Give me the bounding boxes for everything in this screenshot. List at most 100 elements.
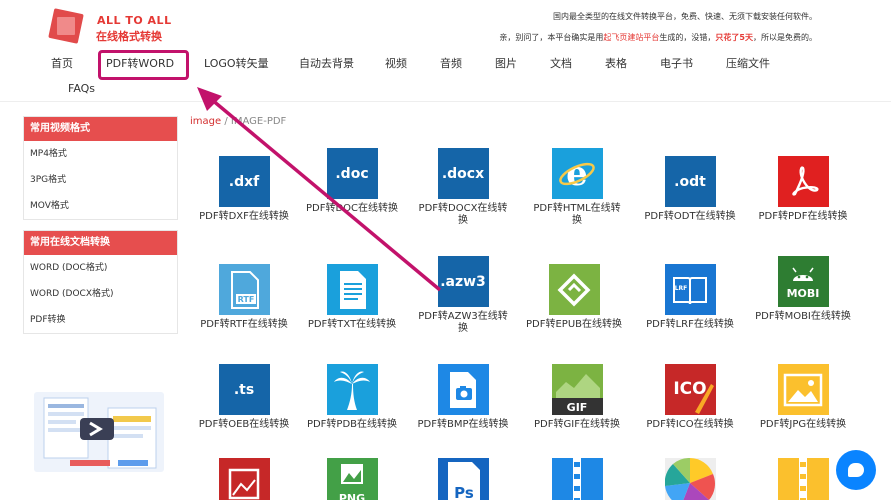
- sidebar: 常用视频格式 MP4格式 3PG格式 MOV格式 常用在线文档转换 WORD (…: [23, 116, 178, 344]
- breadcrumb-link[interactable]: image: [190, 116, 221, 127]
- tile-pdf-to-lrf[interactable]: LRF PDF转LRF在线转换: [642, 264, 738, 331]
- rtf-file-icon: RTF: [218, 264, 270, 315]
- nav-document[interactable]: 文档: [550, 55, 572, 71]
- tile-pdf-to-rtf[interactable]: RTF PDF转RTF在线转换: [196, 264, 292, 331]
- app-window: ALL TO ALL 在线格式转换 国内最全类型的在线文件转换平台，免费、快速、…: [0, 0, 891, 500]
- color-wheel-icon: [664, 458, 716, 500]
- palm-tree-icon: [326, 364, 378, 415]
- tile-label: PDF转HTML在线转换: [533, 203, 621, 226]
- tagline-2: 亲，别问了，本平台确实是用起飞页建站平台生成的，没错，只花了5天，所以是免费的。: [499, 33, 817, 42]
- nav-remove-background[interactable]: 自动去背景: [299, 55, 354, 71]
- nav-ebook[interactable]: 电子书: [660, 55, 693, 71]
- doc-file-icon: .doc: [326, 148, 378, 199]
- png-image-icon: PNG: [326, 458, 378, 500]
- svg-text:RTF: RTF: [238, 295, 255, 304]
- tile-pdf-to-mobi[interactable]: MOBI PDF转MOBI在线转换: [755, 256, 851, 323]
- svg-text:PNG: PNG: [338, 492, 364, 500]
- nav-faqs[interactable]: FAQs: [68, 82, 95, 95]
- tile-pdf-to-epub[interactable]: PDF转EPUB在线转换: [526, 264, 622, 331]
- lrf-book-icon: LRF: [664, 264, 716, 315]
- breadcrumb-current: IMAGE-PDF: [230, 116, 287, 127]
- tile-label: PDF转PDB在线转换: [306, 419, 398, 430]
- nav-home[interactable]: 首页: [51, 55, 73, 71]
- tagline-link[interactable]: 起飞页建站平台: [603, 33, 659, 42]
- tile-color-wheel[interactable]: [642, 458, 738, 500]
- sidebar-item-mp4[interactable]: MP4格式: [24, 141, 177, 167]
- pdf-acrobat-icon: [777, 156, 829, 207]
- svg-text:LRF: LRF: [675, 285, 688, 292]
- sidebar-item-word-doc[interactable]: WORD (DOC格式): [24, 255, 177, 281]
- tile-pdf-to-gif[interactable]: GIF PDF转GIF在线转换: [529, 364, 625, 431]
- image-gallery-icon: [218, 458, 270, 500]
- tile-pdf-to-html[interactable]: e PDF转HTML在线转换: [529, 148, 625, 227]
- dxf-file-icon: .dxf: [218, 156, 270, 207]
- sidebar-item-3pg[interactable]: 3PG格式: [24, 167, 177, 193]
- tile-pdf-to-oeb[interactable]: .ts PDF转OEB在线转换: [196, 364, 292, 431]
- brand-subtitle: 在线格式转换: [96, 30, 162, 43]
- tile-photoshop[interactable]: Ps: [415, 458, 511, 500]
- tile-pdf-to-azw3[interactable]: .azw3 PDF转AZW3在线转换: [415, 256, 511, 335]
- odt-file-icon: .odt: [664, 156, 716, 207]
- tile-pdf-to-txt[interactable]: PDF转TXT在线转换: [304, 264, 400, 331]
- tile-label: PDF转RTF在线转换: [200, 319, 288, 330]
- ts-file-icon: .ts: [218, 364, 270, 415]
- zipper-icon: [551, 458, 603, 500]
- nav-video[interactable]: 视频: [385, 55, 407, 71]
- chat-bubble-button[interactable]: [836, 450, 876, 490]
- tagline-1: 国内最全类型的在线文件转换平台，免费、快速、无须下载安装任何软件。: [553, 12, 817, 21]
- svg-text:MOBI: MOBI: [787, 287, 820, 300]
- svg-text:e: e: [566, 154, 588, 194]
- zipper-icon: [777, 458, 829, 500]
- tile-pdf-to-doc[interactable]: .doc PDF转DOC在线转换: [304, 148, 400, 215]
- tile-pdf-to-bmp[interactable]: PDF转BMP在线转换: [415, 364, 511, 431]
- tile-label: PDF转LRF在线转换: [646, 319, 734, 330]
- txt-file-icon: [326, 264, 378, 315]
- tile-label: PDF转DOC在线转换: [305, 203, 399, 214]
- ico-image-icon: ICO: [664, 364, 716, 415]
- tile-label: PDF转JPG在线转换: [759, 419, 847, 430]
- tile-label: PDF转TXT在线转换: [307, 319, 397, 330]
- nav-archive[interactable]: 压缩文件: [726, 55, 770, 71]
- tile-label: PDF转OEB在线转换: [198, 419, 290, 430]
- tile-pdf-to-docx[interactable]: .docx PDF转DOCX在线转换: [415, 148, 511, 227]
- chat-bubble-icon: [848, 463, 864, 477]
- svg-text:Ps: Ps: [454, 484, 474, 500]
- nav-image[interactable]: 图片: [495, 55, 517, 71]
- sidebar-item-word-docx[interactable]: WORD (DOCX格式): [24, 281, 177, 307]
- nav-logo-to-vector[interactable]: LOGO转矢量: [204, 55, 269, 71]
- svg-text:GIF: GIF: [566, 401, 587, 414]
- tile-pdf-to-pdb[interactable]: PDF转PDB在线转换: [304, 364, 400, 431]
- sidebar-group-title: 常用在线文档转换: [24, 231, 177, 255]
- tile-label: PDF转DOCX在线转换: [418, 203, 508, 226]
- gif-image-icon: GIF: [551, 364, 603, 415]
- nav-spreadsheet[interactable]: 表格: [605, 55, 627, 71]
- tile-label: PDF转MOBI在线转换: [755, 311, 851, 322]
- nav-audio[interactable]: 音频: [440, 55, 462, 71]
- tile-pdf-to-ico[interactable]: ICO PDF转ICO在线转换: [642, 364, 738, 431]
- tile-label: PDF转PDF在线转换: [758, 211, 848, 222]
- site-logo-icon[interactable]: [48, 8, 84, 46]
- sidebar-group-documents: 常用在线文档转换 WORD (DOC格式) WORD (DOCX格式) PDF转…: [23, 230, 178, 334]
- jpg-image-icon: [777, 364, 829, 415]
- promo-illustration[interactable]: [30, 384, 169, 480]
- sidebar-item-mov[interactable]: MOV格式: [24, 193, 177, 219]
- tile-label: PDF转DXF在线转换: [199, 211, 289, 222]
- bmp-image-icon: [437, 364, 489, 415]
- tile-label: PDF转BMP在线转换: [417, 419, 509, 430]
- docx-file-icon: .docx: [437, 148, 489, 199]
- sidebar-group-video: 常用视频格式 MP4格式 3PG格式 MOV格式: [23, 116, 178, 220]
- tile-pdf-to-jpg[interactable]: PDF转JPG在线转换: [755, 364, 851, 431]
- tile-archive[interactable]: [529, 458, 625, 500]
- site-header: ALL TO ALL 在线格式转换 国内最全类型的在线文件转换平台，免费、快速、…: [0, 0, 891, 102]
- tile-pdf-to-pdf[interactable]: PDF转PDF在线转换: [755, 156, 851, 223]
- tile-png[interactable]: PNG: [304, 458, 400, 500]
- mobi-android-icon: MOBI: [777, 256, 829, 307]
- tile-image-gallery[interactable]: [196, 458, 292, 500]
- tile-pdf-to-odt[interactable]: .odt PDF转ODT在线转换: [642, 156, 738, 223]
- tile-label: PDF转EPUB在线转换: [526, 319, 623, 330]
- sidebar-item-pdf[interactable]: PDF转换: [24, 307, 177, 333]
- sidebar-group-title: 常用视频格式: [24, 117, 177, 141]
- highlight-annotation-box: [98, 50, 189, 80]
- tile-label: PDF转GIF在线转换: [534, 419, 620, 430]
- tile-pdf-to-dxf[interactable]: .dxf PDF转DXF在线转换: [196, 156, 292, 223]
